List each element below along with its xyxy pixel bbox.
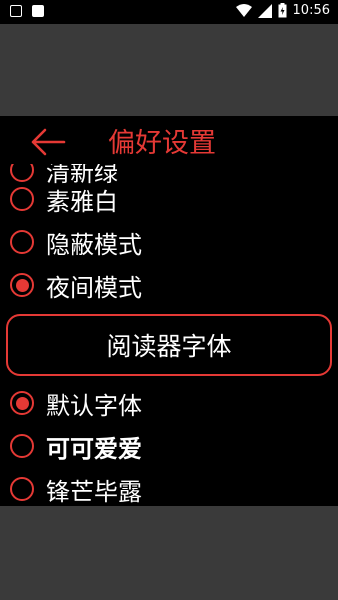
background-area <box>0 24 338 116</box>
font-option-cute[interactable]: 可可爱爱 <box>10 428 142 464</box>
header-bar: 偏好设置 <box>0 116 338 164</box>
radio-button[interactable] <box>10 187 34 211</box>
app-notification-icon <box>32 5 44 17</box>
theme-option-night-mode[interactable]: 夜间模式 <box>10 267 142 303</box>
status-time: 10:56 <box>292 3 330 18</box>
wifi-icon <box>235 3 252 17</box>
status-bar: 10:56 <box>0 0 338 24</box>
radio-button[interactable] <box>10 230 34 254</box>
back-arrow-icon[interactable] <box>30 124 66 160</box>
option-label: 隐蔽模式 <box>46 230 142 259</box>
radio-button-selected[interactable] <box>10 273 34 297</box>
option-label: 夜间模式 <box>46 273 142 302</box>
battery-charging-icon <box>278 3 287 18</box>
radio-button[interactable] <box>10 434 34 458</box>
font-option-sharp[interactable]: 锋芒毕露 <box>10 471 142 506</box>
option-label: 可可爱爱 <box>46 434 142 463</box>
signal-icon <box>257 3 272 18</box>
radio-button[interactable] <box>10 477 34 501</box>
radio-button-selected[interactable] <box>10 391 34 415</box>
option-label: 锋芒毕露 <box>46 477 142 506</box>
reader-font-section-header: 阅读器字体 <box>6 314 332 376</box>
theme-option-hidden-mode[interactable]: 隐蔽模式 <box>10 224 142 260</box>
theme-option-plain-white[interactable]: 素雅白 <box>10 181 118 217</box>
page-title: 偏好设置 <box>108 128 216 159</box>
preferences-panel: 偏好设置 清新绿 素雅白 隐蔽模式 夜间模式 阅读器字体 默认字体 可可爱爱 锋… <box>0 116 338 506</box>
option-label: 素雅白 <box>46 187 118 216</box>
shield-notification-icon <box>10 5 22 17</box>
font-option-default[interactable]: 默认字体 <box>10 385 142 421</box>
background-area <box>0 506 338 600</box>
option-label: 默认字体 <box>46 391 142 420</box>
